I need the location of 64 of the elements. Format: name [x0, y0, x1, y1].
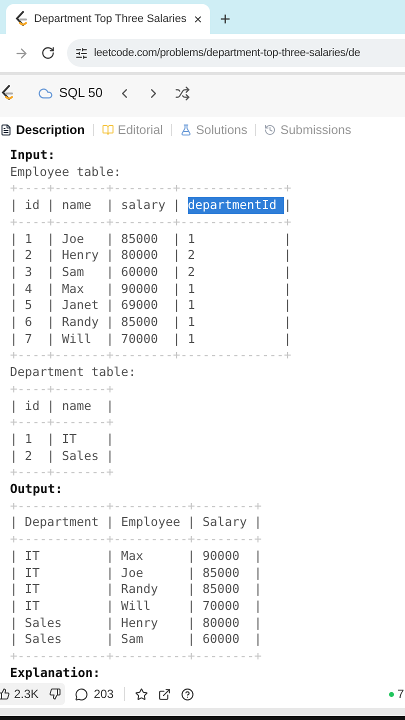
help-icon[interactable]: [180, 688, 194, 700]
star-icon[interactable]: [134, 688, 148, 700]
share-icon[interactable]: [158, 688, 171, 700]
table-row-text: | 5 | Janet | 69000 | 1 |: [10, 297, 292, 314]
table-row-text: | IT | Max | 90000 |: [10, 548, 262, 565]
like-count: 2.3K: [14, 686, 39, 703]
table-row-text: | 1 | IT |: [10, 430, 114, 448]
caption-text: Department table:: [10, 364, 136, 381]
table-border: +----+-------+: [10, 464, 114, 482]
table-row-text: | 6 | Randy | 85000 | 1 |: [10, 314, 292, 331]
table-row-text: | IT | Randy | 85000 |: [10, 581, 262, 598]
section-heading: Input:: [10, 147, 56, 164]
like-button[interactable]: 2.3K: [0, 683, 65, 705]
study-plan-link[interactable]: SQL 50: [59, 83, 103, 103]
online-count: 7: [397, 686, 404, 703]
table-border: +----+-------+--------+--------------+: [10, 347, 292, 364]
book-icon: [102, 124, 114, 136]
table-border: +----+-------+: [10, 380, 114, 398]
caption-text: Employee table:: [10, 164, 122, 180]
section-heading: Explanation:: [10, 664, 100, 680]
shuffle-icon[interactable]: [174, 86, 190, 100]
table-row-text: | Sales | Sam | 60000 |: [10, 631, 262, 648]
table-border: +----+-------+--------+--------------+: [10, 180, 292, 198]
url-text: leetcode.com/problems/department-top-three-salaries/de: [94, 46, 360, 61]
thumbs-up-icon: [0, 688, 10, 700]
table-row-text: | IT | Will | 70000 |: [10, 598, 262, 615]
document-icon: [0, 124, 12, 136]
panel-tab[interactable]: Description: [0, 120, 85, 140]
table-row-text: | id | name | salary |: [10, 197, 182, 214]
table-border: +------------+----------+--------+: [10, 531, 262, 548]
comment-icon[interactable]: [74, 688, 88, 700]
site-logo-icon: [14, 11, 28, 27]
browser-tab[interactable]: Department Top Three Salaries ×: [6, 4, 210, 34]
comment-count: 203: [94, 686, 114, 703]
new-tab-button[interactable]: +: [220, 10, 231, 28]
online-status-icon: [389, 692, 394, 696]
table-row-text: | Department | Employee | Salary |: [10, 514, 262, 532]
table-row-text: | 2 | Sales |: [10, 448, 114, 464]
table-row-text: |: [284, 197, 292, 214]
table-row-text: | IT | Joe | 85000 |: [10, 564, 262, 582]
table-border: +----+-------+: [10, 414, 114, 431]
table-row-text: | 2 | Henry | 80000 | 2 |: [10, 247, 292, 264]
table-border: +------------+----------+--------+: [10, 648, 262, 665]
table-border: +------------+----------+--------+: [10, 498, 262, 514]
thumbs-down-icon[interactable]: [48, 688, 61, 700]
table-row-text: | id | name |: [10, 398, 114, 414]
section-heading: Output:: [10, 481, 63, 498]
forward-icon[interactable]: [14, 46, 29, 60]
selected-text: departmentId: [188, 197, 284, 214]
table-row-text: | Sales | Henry | 80000 |: [10, 614, 262, 632]
flask-icon: [180, 124, 192, 136]
history-icon: [264, 124, 276, 136]
address-bar[interactable]: leetcode.com/problems/department-top-three-salaries/de: [67, 39, 405, 67]
table-row-text: | 7 | Will | 70000 | 1 |: [10, 330, 292, 348]
close-button[interactable]: ×: [194, 12, 202, 26]
table-row-text: | 3 | Sam | 60000 | 2 |: [10, 264, 292, 281]
table-border: +----+-------+--------+--------------+: [10, 214, 292, 231]
cloud-icon: [38, 86, 53, 100]
site-settings-icon[interactable]: [75, 46, 88, 60]
tab-title: Department Top Three Salaries: [34, 12, 186, 27]
table-row-text: | 4 | Max | 90000 | 1 |: [10, 280, 292, 298]
reload-icon[interactable]: [41, 46, 55, 60]
table-row-text: | 1 | Joe | 85000 | 1 |: [10, 230, 292, 248]
leetcode-logo-icon: [0, 85, 14, 101]
